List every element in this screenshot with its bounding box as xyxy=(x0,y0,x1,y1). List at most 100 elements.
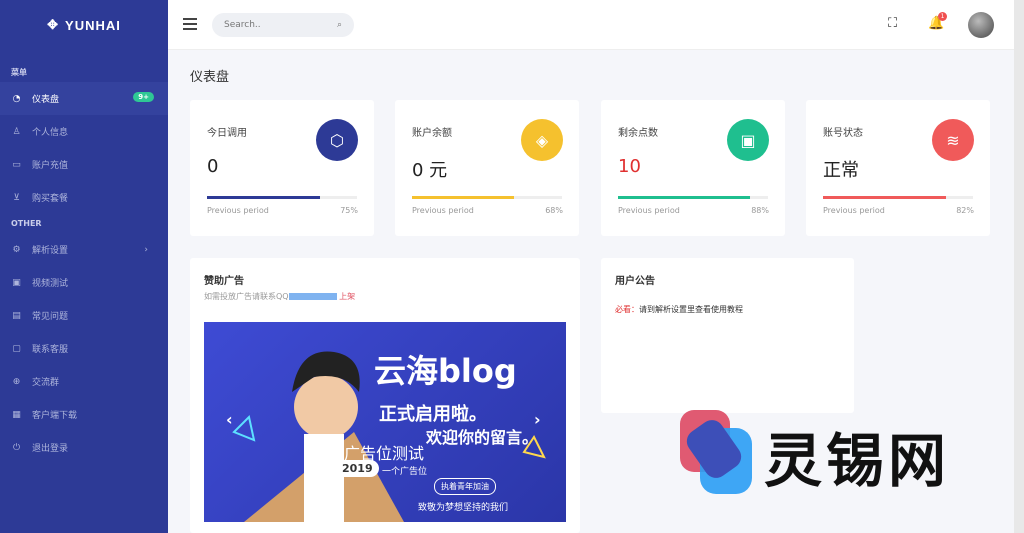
ad-link[interactable]: 上架 xyxy=(339,292,355,301)
help-icon: ▤ xyxy=(12,310,21,321)
progress-percent: 88% xyxy=(751,206,769,215)
progress-bar xyxy=(823,196,973,199)
previous-period-label: Previous period xyxy=(618,206,680,215)
sidebar-item-label: 购买套餐 xyxy=(32,194,69,204)
sidebar: ✥ YUNHAI 菜单 ◔ 仪表盘 9+ ♙ 个人信息 ▭ 账户充值 ⊻ 购买套… xyxy=(0,0,168,533)
cube-icon: ⬡ xyxy=(316,119,358,161)
sidebar-item-label: 联系客服 xyxy=(32,345,69,355)
sidebar-item-video-test[interactable]: ▣ 视频测试 xyxy=(0,266,168,299)
sidebar-item-label: 交流群 xyxy=(32,378,60,388)
banner-slogan: 致敬为梦想坚持的我们 xyxy=(418,503,509,513)
briefcase-icon: ▣ xyxy=(727,119,769,161)
logo-icon: ✥ xyxy=(47,17,60,32)
chevron-left-icon[interactable]: ‹ xyxy=(226,410,233,429)
layers-icon: ≋ xyxy=(932,119,974,161)
progress-percent: 75% xyxy=(340,206,358,215)
progress-percent: 82% xyxy=(956,206,974,215)
sidebar-item-label: 解析设置 xyxy=(32,246,69,256)
stat-card: 账号状态 正常 ≋ Previous period 82% xyxy=(806,100,990,236)
video-icon: ▣ xyxy=(12,277,21,288)
group-icon: ⊕ xyxy=(12,376,21,387)
sidebar-item-parse-settings[interactable]: ⚙ 解析设置 › xyxy=(0,233,168,266)
stat-value: 0 xyxy=(207,156,219,177)
credit-card-icon: ▭ xyxy=(12,159,21,170)
stat-label: 账户余额 xyxy=(412,128,452,139)
sidebar-item-label: 个人信息 xyxy=(32,128,69,138)
sidebar-item-label: 客户端下载 xyxy=(32,411,78,421)
previous-period-label: Previous period xyxy=(823,206,885,215)
menu-toggle-icon[interactable] xyxy=(183,18,197,30)
banner-line3: 欢迎你的留言。 xyxy=(426,428,539,447)
brand-logo[interactable]: ✥ YUNHAI xyxy=(0,0,168,50)
dashboard-badge: 9+ xyxy=(133,92,154,102)
ad-subtitle: 如需投放广告请联系QQ 上架 xyxy=(204,292,356,301)
sidebar-item-label: 账户充值 xyxy=(32,161,69,171)
watermark-text: 灵锡网 xyxy=(764,427,951,495)
progress-bar xyxy=(618,196,768,199)
sidebar-item-group[interactable]: ⊕ 交流群 xyxy=(0,365,168,398)
brand-name: YUNHAI xyxy=(65,17,121,33)
progress-fill xyxy=(618,196,750,199)
sidebar-item-label: 常见问题 xyxy=(32,312,69,322)
previous-period-label: Previous period xyxy=(412,206,474,215)
avatar[interactable] xyxy=(968,12,994,38)
ad-banner[interactable]: 云海blog 正式启用啦。 欢迎你的留言。 广告位测试 2019 一个广告位 执… xyxy=(204,322,566,522)
stat-label: 剩余点数 xyxy=(618,128,658,139)
banner-tag: 执着青年加油 xyxy=(434,478,496,495)
notice-title: 用户公告 xyxy=(615,276,655,287)
download-icon: ▦ xyxy=(12,409,21,420)
scrollbar[interactable] xyxy=(1014,0,1024,533)
settings-icon: ⚙ xyxy=(12,244,21,255)
search-placeholder: Search.. xyxy=(224,20,261,30)
chevron-right-icon[interactable]: › xyxy=(534,410,541,429)
sidebar-item-download[interactable]: ▦ 客户端下载 xyxy=(0,398,168,431)
stat-value: 10 xyxy=(618,156,641,177)
fullscreen-icon[interactable]: ⛶ xyxy=(888,16,897,31)
stat-value: 正常 xyxy=(823,160,859,181)
progress-fill xyxy=(412,196,514,199)
previous-period-label: Previous period xyxy=(207,206,269,215)
chat-icon: ▢ xyxy=(12,343,21,354)
page-title: 仪表盘 xyxy=(190,70,230,85)
banner-line2: 正式启用啦。 xyxy=(379,404,487,425)
dashboard-icon: ◔ xyxy=(12,93,21,104)
progress-fill xyxy=(207,196,320,199)
progress-bar xyxy=(412,196,562,199)
other-section-title: OTHER xyxy=(11,218,42,228)
sidebar-item-label: 视频测试 xyxy=(32,279,69,289)
sidebar-item-label: 退出登录 xyxy=(32,444,69,454)
sidebar-item-support[interactable]: ▢ 联系客服 xyxy=(0,332,168,365)
cart-icon: ⊻ xyxy=(13,192,20,203)
sidebar-item-logout[interactable]: ⏻ 退出登录 xyxy=(0,431,168,464)
progress-bar xyxy=(207,196,357,199)
search-icon: ⌕ xyxy=(336,20,342,30)
sidebar-item-label: 仪表盘 xyxy=(32,95,60,105)
stat-card: 今日调用 0 ⬡ Previous period 75% xyxy=(190,100,374,236)
notice-card: 用户公告 必看：请到解析设置里查看使用教程 xyxy=(601,258,854,413)
sidebar-item-recharge[interactable]: ▭ 账户充值 xyxy=(0,148,168,181)
stat-card: 剩余点数 10 ▣ Previous period 88% xyxy=(601,100,785,236)
sidebar-item-profile[interactable]: ♙ 个人信息 xyxy=(0,115,168,148)
progress-fill xyxy=(823,196,946,199)
menu-section-title: 菜单 xyxy=(11,67,27,77)
stat-value: 0 元 xyxy=(412,160,448,181)
ad-title: 赞助广告 xyxy=(204,276,244,287)
user-icon: ♙ xyxy=(12,126,21,137)
sidebar-item-faq[interactable]: ▤ 常见问题 xyxy=(0,299,168,332)
watermark-logo: 灵锡网 xyxy=(676,406,996,498)
sidebar-item-dashboard[interactable]: ◔ 仪表盘 9+ xyxy=(0,82,168,115)
chevron-right-icon: › xyxy=(144,244,148,255)
ad-card: 赞助广告 如需投放广告请联系QQ 上架 云海blog 正式启用啦。 欢迎你的留言… xyxy=(190,258,580,533)
notice-text: 必看：请到解析设置里查看使用教程 xyxy=(615,305,743,314)
qq-number-blur xyxy=(288,293,337,300)
watermark-icon xyxy=(680,410,752,494)
search-input[interactable]: Search.. ⌕ xyxy=(212,13,354,37)
sidebar-item-buy-plan[interactable]: ⊻ 购买套餐 xyxy=(0,181,168,214)
stat-card: 账户余额 0 元 ◈ Previous period 68% xyxy=(395,100,579,236)
notification-badge: 1 xyxy=(938,12,947,21)
tag-icon: ◈ xyxy=(521,119,563,161)
power-icon: ⏻ xyxy=(12,442,21,453)
banner-headline: 云海blog xyxy=(374,352,517,390)
banner-year: 2019 xyxy=(336,460,379,477)
topbar: Search.. ⌕ ⛶ 🔔 1 xyxy=(168,0,1014,50)
